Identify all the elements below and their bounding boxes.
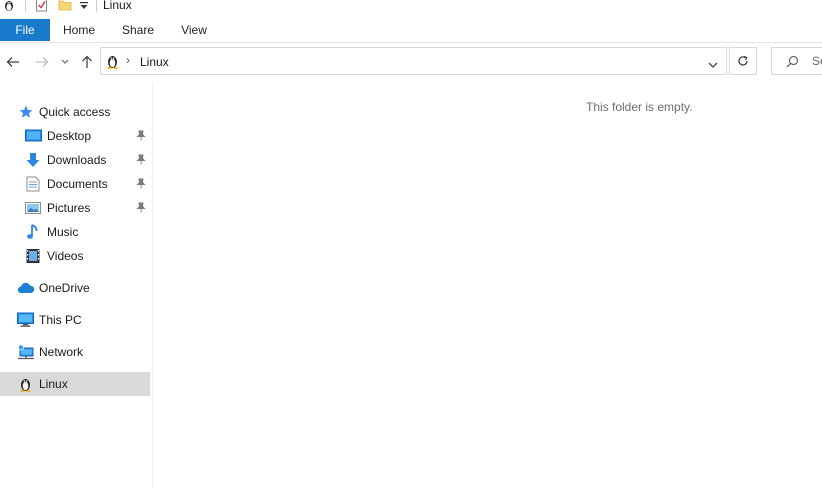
nav-item-videos[interactable]: Videos bbox=[0, 244, 150, 268]
tab-file[interactable]: File bbox=[0, 19, 50, 41]
window-title: Linux bbox=[103, 0, 132, 12]
breadcrumb-location[interactable]: Linux bbox=[140, 55, 169, 69]
nav-item-desktop[interactable]: Desktop bbox=[0, 124, 150, 148]
properties-icon[interactable] bbox=[35, 0, 49, 15]
downloads-folder-icon bbox=[25, 152, 41, 168]
title-bar: Linux bbox=[0, 0, 822, 14]
tab-home[interactable]: Home bbox=[58, 19, 100, 41]
search-input[interactable]: Se bbox=[771, 47, 822, 75]
nav-item-label: OneDrive bbox=[39, 281, 90, 295]
pin-icon bbox=[136, 178, 146, 192]
nav-item-label: Pictures bbox=[47, 201, 91, 215]
music-folder-icon bbox=[26, 224, 42, 240]
pin-icon bbox=[136, 202, 146, 216]
ribbon-tabs: File Home Share View bbox=[0, 19, 822, 43]
refresh-icon bbox=[738, 55, 748, 66]
desktop-folder-icon bbox=[25, 128, 42, 144]
address-history-dropdown-icon[interactable] bbox=[708, 58, 718, 72]
nav-item-this-pc[interactable]: This PC bbox=[0, 308, 150, 332]
forward-arrow-icon bbox=[36, 57, 49, 67]
up-arrow-icon bbox=[82, 55, 92, 68]
nav-item-linux[interactable]: Linux bbox=[0, 372, 150, 396]
search-placeholder: Se bbox=[812, 54, 822, 68]
pictures-folder-icon bbox=[25, 200, 41, 216]
new-folder-icon[interactable] bbox=[58, 0, 72, 15]
network-icon bbox=[17, 344, 34, 360]
cloud-icon bbox=[17, 280, 35, 296]
nav-item-downloads[interactable]: Downloads bbox=[0, 148, 150, 172]
navigation-pane: Quick access Desktop Downloads Documents… bbox=[0, 83, 153, 488]
nav-item-label: Linux bbox=[39, 377, 68, 391]
nav-item-onedrive[interactable]: OneDrive bbox=[0, 276, 150, 300]
nav-item-label: Downloads bbox=[47, 153, 107, 167]
nav-quick-access[interactable]: Quick access bbox=[0, 100, 150, 124]
toolbar-separator bbox=[96, 0, 97, 12]
nav-item-label: This PC bbox=[39, 313, 82, 327]
linux-penguin-icon bbox=[2, 0, 16, 15]
nav-item-network[interactable]: Network bbox=[0, 340, 150, 364]
back-arrow-icon bbox=[6, 57, 19, 67]
star-icon bbox=[18, 104, 34, 120]
breadcrumb-separator[interactable]: › bbox=[126, 53, 130, 67]
recent-locations-button[interactable] bbox=[56, 50, 74, 74]
nav-item-pictures[interactable]: Pictures bbox=[0, 196, 150, 220]
empty-folder-message: This folder is empty. bbox=[586, 100, 693, 114]
linux-penguin-icon bbox=[105, 53, 120, 72]
tab-share[interactable]: Share bbox=[117, 19, 159, 41]
nav-item-label: Videos bbox=[47, 249, 84, 263]
nav-item-label: Desktop bbox=[47, 129, 92, 143]
tab-view[interactable]: View bbox=[174, 19, 214, 41]
back-button[interactable] bbox=[2, 50, 24, 74]
address-bar[interactable]: › Linux bbox=[100, 47, 727, 75]
forward-button[interactable] bbox=[31, 50, 53, 74]
search-icon bbox=[786, 55, 799, 71]
documents-folder-icon bbox=[26, 176, 42, 192]
nav-item-label: Documents bbox=[47, 177, 108, 191]
nav-quick-access-label: Quick access bbox=[39, 105, 111, 119]
customize-toolbar-dropdown-icon[interactable] bbox=[79, 0, 89, 15]
nav-item-documents[interactable]: Documents bbox=[0, 172, 150, 196]
up-button[interactable] bbox=[76, 50, 98, 74]
linux-penguin-icon bbox=[18, 376, 34, 392]
videos-folder-icon bbox=[26, 248, 42, 264]
chevron-down-icon bbox=[61, 59, 69, 64]
nav-item-label: Network bbox=[39, 345, 84, 359]
pin-icon bbox=[136, 130, 146, 144]
computer-monitor-icon bbox=[17, 312, 34, 328]
pin-icon bbox=[136, 154, 146, 168]
toolbar-separator bbox=[25, 0, 26, 12]
nav-item-label: Music bbox=[47, 225, 79, 239]
refresh-button[interactable] bbox=[729, 47, 757, 75]
nav-item-music[interactable]: Music bbox=[0, 220, 150, 244]
